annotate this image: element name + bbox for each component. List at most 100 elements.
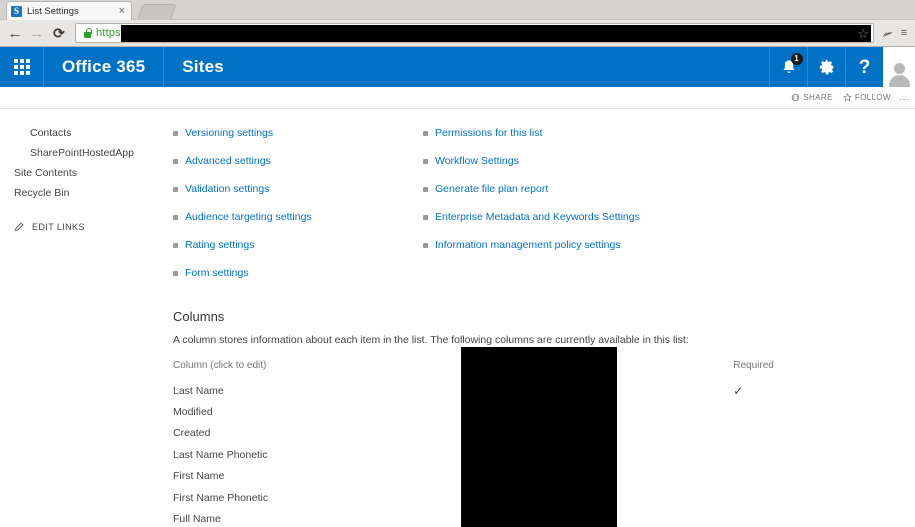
link-enterprise-metadata-and-keywords-settings[interactable]: Enterprise Metadata and Keywords Setting… — [423, 203, 640, 231]
forward-button[interactable]: → — [26, 22, 48, 44]
sidebar-item-recycle-bin[interactable]: Recycle Bin — [0, 183, 165, 203]
link-label: Permissions for this list — [435, 127, 543, 139]
cell-required — [733, 444, 915, 465]
page-body: Contacts SharePointHostedApp Site Conten… — [0, 109, 915, 527]
bullet-icon — [173, 215, 178, 220]
cell-column-name[interactable]: Full Name — [173, 508, 370, 527]
page-action-bar: SHARE FOLLOW … — [0, 87, 915, 109]
cell-column-name[interactable]: Last Name Phonetic — [173, 444, 370, 465]
link-label: Form settings — [185, 267, 249, 279]
settings-column-left: Versioning settings Advanced settings Va… — [173, 119, 423, 287]
bullet-icon — [173, 159, 178, 164]
sidebar-item-contacts[interactable]: Contacts — [0, 123, 165, 143]
address-bar[interactable]: https ☆ — [75, 23, 874, 43]
waffle-grid — [13, 59, 30, 75]
bell-icon: 1 — [780, 53, 803, 76]
settings-button[interactable] — [807, 47, 845, 87]
suite-bar-spacer — [242, 47, 769, 87]
bullet-icon — [423, 159, 428, 164]
link-label: Audience targeting settings — [185, 211, 312, 223]
bullet-icon — [173, 131, 178, 136]
link-label: Validation settings — [185, 183, 270, 195]
list-settings-links: Versioning settings Advanced settings Va… — [165, 119, 915, 287]
link-audience-targeting-settings[interactable]: Audience targeting settings — [173, 203, 423, 231]
cell-required: ✓ — [733, 383, 744, 398]
app-launcher-icon[interactable] — [0, 47, 44, 87]
link-versioning-settings[interactable]: Versioning settings — [173, 119, 423, 147]
browser-menu-icon[interactable]: ≡ — [897, 22, 911, 44]
cell-required — [733, 423, 915, 444]
office365-suite-bar: Office 365 Sites 1 ? — [0, 47, 915, 87]
url-redacted-overlay — [120, 24, 871, 42]
lock-icon — [82, 28, 93, 39]
share-label: SHARE — [803, 93, 833, 102]
back-button[interactable]: ← — [4, 22, 26, 44]
bullet-icon — [173, 187, 178, 192]
question-mark-icon: ? — [858, 56, 871, 78]
link-label: Versioning settings — [185, 127, 274, 139]
cell-column-name[interactable]: First Name — [173, 466, 370, 487]
cell-column-name[interactable]: First Name Phonetic — [173, 487, 370, 508]
settings-column-right: Permissions for this list Workflow Setti… — [423, 119, 640, 287]
header-column-required: Required — [733, 360, 774, 371]
sidebar-item-site-contents[interactable]: Site Contents — [0, 163, 165, 183]
cell-column-name[interactable]: Created — [173, 423, 370, 444]
reload-button[interactable]: ⟳ — [48, 22, 70, 44]
header-column-name: Column (click to edit) — [173, 360, 267, 371]
link-workflow-settings[interactable]: Workflow Settings — [423, 147, 640, 175]
tab-strip: List Settings × — [0, 0, 915, 20]
url-scheme: https — [96, 27, 121, 39]
link-label: Enterprise Metadata and Keywords Setting… — [435, 211, 640, 223]
link-form-settings[interactable]: Form settings — [173, 259, 423, 287]
cell-required — [733, 487, 915, 508]
bullet-icon — [423, 243, 428, 248]
close-icon[interactable]: × — [117, 5, 127, 17]
link-label: Information management policy settings — [435, 239, 621, 251]
main-content: Versioning settings Advanced settings Va… — [165, 109, 915, 527]
link-advanced-settings[interactable]: Advanced settings — [173, 147, 423, 175]
link-validation-settings[interactable]: Validation settings — [173, 175, 423, 203]
help-button[interactable]: ? — [845, 47, 883, 87]
bullet-icon — [173, 271, 178, 276]
sidebar-item-sharepointhostedapp[interactable]: SharePointHostedApp — [0, 143, 165, 163]
bullet-icon — [423, 215, 428, 220]
link-label: Advanced settings — [185, 155, 271, 167]
user-avatar-cell[interactable] — [883, 47, 915, 87]
link-permissions-for-this-list[interactable]: Permissions for this list — [423, 119, 640, 147]
link-rating-settings[interactable]: Rating settings — [173, 231, 423, 259]
browser-toolbar: ← → ⟳ https ☆ ≡ — [0, 20, 915, 46]
follow-button[interactable]: FOLLOW — [843, 93, 891, 102]
office365-brand[interactable]: Office 365 — [44, 47, 165, 87]
notifications-button[interactable]: 1 — [769, 47, 807, 87]
redaction-overlay — [461, 347, 617, 527]
new-tab-button[interactable] — [137, 4, 177, 19]
bullet-icon — [423, 131, 428, 136]
cell-required — [733, 401, 915, 422]
bullet-icon — [423, 187, 428, 192]
browser-tab[interactable]: List Settings × — [6, 1, 132, 20]
site-name-link[interactable]: Sites — [164, 47, 242, 87]
cell-required — [733, 508, 915, 527]
edit-links-button[interactable]: EDIT LINKS — [0, 203, 165, 232]
more-options-icon[interactable]: … — [899, 92, 909, 103]
edit-links-label: EDIT LINKS — [32, 221, 85, 232]
star-icon — [843, 93, 852, 102]
link-generate-file-plan-report[interactable]: Generate file plan report — [423, 175, 640, 203]
tab-strip-base — [0, 19, 915, 20]
notification-badge: 1 — [790, 53, 803, 65]
bookmark-star-icon[interactable]: ☆ — [857, 26, 869, 41]
avatar — [886, 61, 912, 87]
link-information-management-policy-settings[interactable]: Information management policy settings — [423, 231, 640, 259]
link-label: Workflow Settings — [435, 155, 519, 167]
follow-label: FOLLOW — [854, 93, 891, 102]
share-button[interactable]: SHARE — [791, 93, 833, 102]
extension-icon[interactable] — [877, 22, 897, 44]
link-label: Rating settings — [185, 239, 255, 251]
browser-chrome: List Settings × ← → ⟳ https ☆ ≡ — [0, 0, 915, 47]
link-label: Generate file plan report — [435, 183, 549, 195]
bullet-icon — [173, 243, 178, 248]
cell-column-name[interactable]: Last Name — [173, 380, 370, 401]
columns-heading: Columns — [173, 309, 225, 324]
gear-icon — [818, 58, 836, 76]
cell-column-name[interactable]: Modified — [173, 401, 370, 422]
